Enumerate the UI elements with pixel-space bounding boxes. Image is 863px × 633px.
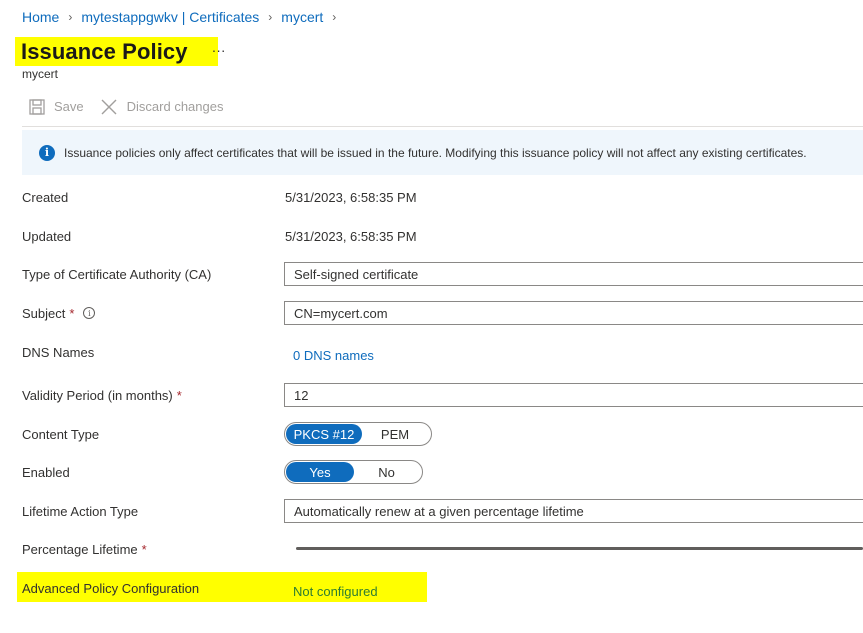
- validity-label-group: Validity Period (in months) *: [22, 388, 285, 403]
- validity-input[interactable]: 12: [284, 383, 863, 407]
- dns-names-link[interactable]: 0 DNS names: [293, 348, 374, 363]
- dns-names-link-wrap: 0 DNS names: [284, 343, 584, 367]
- required-marker: *: [141, 541, 147, 557]
- percentage-lifetime-slider[interactable]: [296, 547, 863, 550]
- enabled-row: Enabled: [22, 460, 863, 484]
- enabled-label: Enabled: [22, 464, 70, 480]
- updated-value: 5/31/2023, 6:58:35 PM: [285, 228, 417, 244]
- updated-label: Updated: [22, 228, 72, 244]
- content-type-row: Content Type: [22, 422, 863, 446]
- advanced-policy-link-wrap: Not configured: [284, 579, 484, 603]
- content-type-label: Content Type: [22, 426, 100, 442]
- advanced-policy-link[interactable]: Not configured: [293, 584, 378, 599]
- content-type-toggle: PKCS #12 PEM: [284, 422, 432, 446]
- lifetime-action-value: Automatically renew at a given percentag…: [294, 503, 584, 519]
- chevron-right-icon: ›: [68, 10, 73, 24]
- lifetime-action-label: Lifetime Action Type: [22, 503, 139, 519]
- breadcrumb-certificates[interactable]: mytestappgwkv | Certificates: [81, 9, 259, 25]
- ca-type-value: Self-signed certificate: [294, 266, 419, 282]
- breadcrumb-home[interactable]: Home: [22, 9, 59, 25]
- save-label: Save: [54, 99, 84, 114]
- dns-names-label: DNS Names: [22, 344, 95, 360]
- advanced-policy-label: Advanced Policy Configuration: [22, 580, 200, 596]
- toolbar-divider: [22, 126, 863, 127]
- content-type-option-pkcs12[interactable]: PKCS #12: [286, 424, 362, 444]
- breadcrumb: Home › mytestappgwkv | Certificates › my…: [22, 9, 345, 25]
- ca-type-dropdown[interactable]: Self-signed certificate: [284, 262, 863, 286]
- info-message-text: Issuance policies only affect certificat…: [64, 145, 807, 160]
- percentage-lifetime-label-group: Percentage Lifetime *: [22, 542, 285, 557]
- info-icon[interactable]: i: [83, 307, 96, 319]
- subject-input[interactable]: CN=mycert.com: [284, 301, 863, 325]
- created-value: 5/31/2023, 6:58:35 PM: [285, 189, 417, 205]
- created-label: Created: [22, 189, 69, 205]
- title-highlight: Issuance Policy: [15, 37, 218, 66]
- chevron-right-icon: ›: [268, 10, 273, 24]
- ca-type-label: Type of Certificate Authority (CA): [22, 266, 212, 282]
- page-subtitle: mycert: [22, 67, 58, 81]
- more-options-icon[interactable]: ···: [212, 42, 226, 58]
- content-type-option-pem[interactable]: PEM: [362, 424, 428, 444]
- lifetime-action-dropdown[interactable]: Automatically renew at a given percentag…: [284, 499, 863, 523]
- close-icon: [101, 98, 118, 115]
- subject-value: CN=mycert.com: [294, 305, 388, 321]
- info-message-bar: i Issuance policies only affect certific…: [22, 130, 863, 175]
- discard-changes-label: Discard changes: [126, 99, 224, 114]
- save-button[interactable]: Save: [28, 98, 84, 115]
- command-bar: Save Discard changes: [28, 98, 240, 115]
- enabled-toggle: Yes No: [284, 460, 423, 484]
- required-marker: *: [69, 305, 75, 321]
- subject-label-group: Subject * i: [22, 306, 285, 321]
- updated-row: Updated 5/31/2023, 6:58:35 PM: [22, 224, 863, 248]
- validity-label: Validity Period (in months): [22, 387, 173, 403]
- page-title: Issuance Policy: [21, 38, 188, 64]
- chevron-right-icon: ›: [332, 10, 337, 24]
- save-icon: [28, 98, 45, 115]
- validity-value: 12: [294, 387, 309, 403]
- percentage-lifetime-label: Percentage Lifetime: [22, 541, 138, 557]
- breadcrumb-mycert[interactable]: mycert: [281, 9, 323, 25]
- subject-label: Subject: [22, 305, 66, 321]
- info-icon: i: [39, 144, 55, 161]
- created-row: Created 5/31/2023, 6:58:35 PM: [22, 185, 863, 209]
- discard-changes-button[interactable]: Discard changes: [101, 98, 224, 115]
- required-marker: *: [176, 387, 182, 403]
- enabled-option-yes[interactable]: Yes: [286, 462, 354, 482]
- enabled-option-no[interactable]: No: [354, 462, 419, 482]
- title-row: Issuance Policy ···: [15, 37, 226, 66]
